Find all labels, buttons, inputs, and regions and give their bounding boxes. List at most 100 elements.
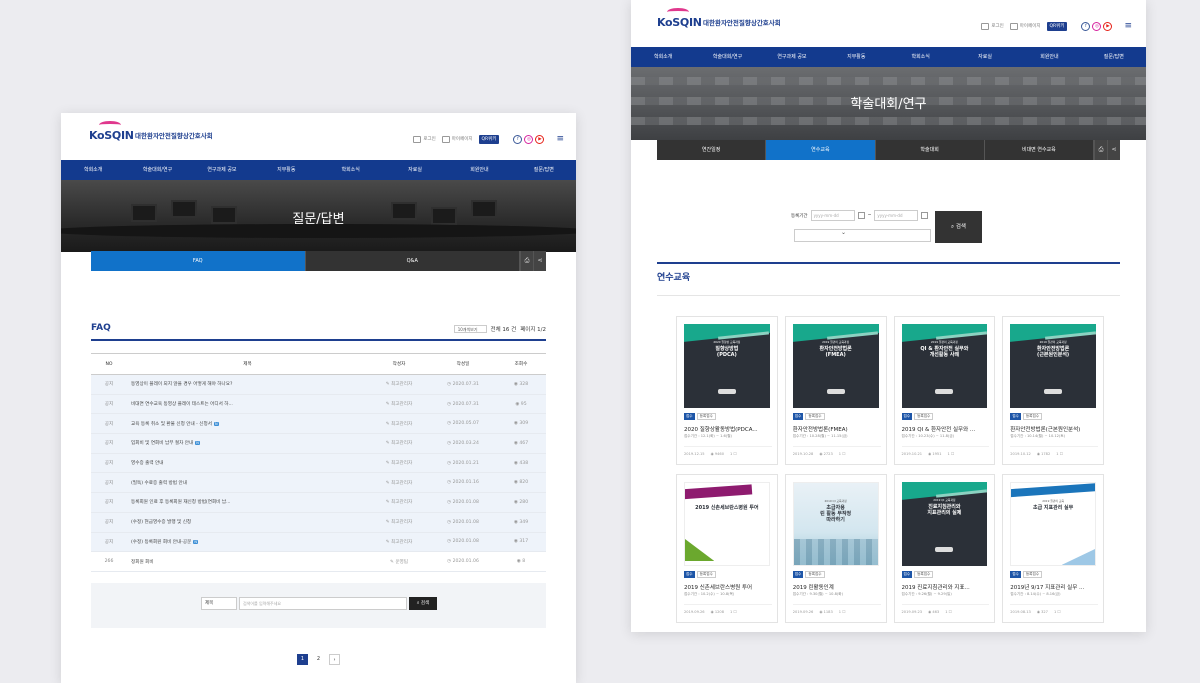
category-select[interactable]: [794, 229, 931, 242]
nav-item-branch[interactable]: 지부활동: [824, 47, 888, 67]
card-title[interactable]: 환자안전방법론(근본원인분석): [1010, 425, 1098, 433]
instagram-icon[interactable]: ◎: [1092, 21, 1102, 31]
search-button[interactable]: ⌕ 검색: [935, 211, 982, 243]
card-cover-image[interactable]: 2019 질관리 교육과정 환자안전방법론 (근본원인분석): [1010, 324, 1096, 408]
card-cover-image[interactable]: 2019 QI 교육과정 초급자용 린 활동 무작정 따라하기: [792, 482, 879, 566]
tab-training[interactable]: 연수교육: [766, 140, 876, 160]
table-row[interactable]: 공지 (필독) 수료증 출력 방법 안내 ✎ 최고관리자 ◷ 2020.01.16 ◉ …: [91, 473, 546, 494]
nav-item-news[interactable]: 학회소식: [889, 47, 953, 67]
qr-wiki-button[interactable]: QR위키: [1046, 21, 1068, 31]
nav-item-about[interactable]: 학회소개: [631, 47, 695, 67]
hamburger-menu-icon[interactable]: ≡: [556, 134, 564, 144]
table-row[interactable]: 공지 (수정) 등록회원 회비 안내-공문 N ✎ 최고관리자 ◷ 2020.01.08…: [91, 532, 546, 553]
nav-item-about[interactable]: 학회소개: [61, 160, 125, 180]
nav-item-news[interactable]: 학회소식: [319, 160, 383, 180]
instagram-icon[interactable]: ◎: [524, 134, 534, 144]
row-title-link[interactable]: 동영상이 플레이 되지 않을 경우 어떻게 해야 하나요?: [127, 381, 368, 387]
site-logo[interactable]: KoSQIN 대한환자안전질향상간호사회: [89, 121, 213, 144]
next-page-icon[interactable]: ›: [329, 654, 340, 665]
youtube-icon[interactable]: ▶: [535, 134, 545, 144]
nav-item-conference[interactable]: 학술대회/연구: [125, 160, 189, 180]
tab-online-training[interactable]: 비대면 연수교육: [985, 140, 1094, 160]
youtube-icon[interactable]: ▶: [1103, 21, 1113, 31]
row-title-link[interactable]: 정회원 회비: [127, 559, 368, 565]
card-title[interactable]: 2019 진료지침관리와 지표...: [902, 583, 990, 591]
mypage-link[interactable]: 마이페이지: [441, 135, 473, 143]
login-link[interactable]: 로그인: [981, 22, 1004, 30]
training-card[interactable]: 2019 질관리 교육과정 환자안전방법론 (FMEA) 접수 등록접수 환자안전방법론…: [784, 316, 887, 465]
row-title-link[interactable]: 비대면 연수교육 동영상 플레이 테스트는 어디서 하...: [127, 401, 368, 407]
row-title-link[interactable]: (수정) 등록회원 회비 안내-공문 N: [127, 539, 368, 545]
table-row[interactable]: 공지 비대면 연수교육 동영상 플레이 테스트는 어디서 하... ✎ 최고관리자 ◷…: [91, 394, 546, 415]
search-input[interactable]: 검색어를 입력해주세요: [239, 597, 407, 610]
login-link[interactable]: 로그인: [413, 135, 436, 143]
card-cover-image[interactable]: 2019 질관리 교육과정 QI & 환자안전 실무와 개선활동 사례: [901, 324, 988, 408]
training-card[interactable]: 2019 QI 교육과정 초급자용 린 활동 무작정 따라하기 접수 등록접수 2019…: [784, 474, 887, 623]
nav-item-qna[interactable]: 질문/답변: [1082, 47, 1146, 67]
table-row[interactable]: 공지 입회비 및 연회비 납부 절차 안내 N ✎ 최고관리자 ◷ 2020.03.24…: [91, 434, 546, 454]
training-card[interactable]: 2019 질관리 교육과정 QI & 환자안전 실무와 개선활동 사례 접수 등록접수…: [893, 316, 996, 465]
tab-annual-schedule[interactable]: 연간일정: [657, 140, 767, 160]
training-card[interactable]: 2020 질향상 교육과정 질향상방법 (PDCA) 접수 등록접수 2020 질향상활…: [676, 316, 778, 465]
tab-qna[interactable]: Q&A: [306, 251, 520, 271]
nav-item-membership[interactable]: 회원안내: [1017, 47, 1081, 67]
row-title-link[interactable]: (필독) 수료증 출력 방법 안내: [127, 480, 368, 486]
nav-item-research[interactable]: 연구과제 공모: [760, 47, 824, 67]
row-title-link[interactable]: 교육 등록 취소 및 환불 신청 안내 - 신청서 N: [127, 421, 368, 427]
page-2[interactable]: 2: [313, 654, 324, 665]
training-card[interactable]: 2019 질관리 교육 초급 지표관리 실무 접수 등록접수 2019년 9/17 지표…: [1002, 474, 1104, 623]
qr-wiki-button[interactable]: QR위키: [478, 134, 500, 144]
row-title-link[interactable]: (수정) 현금영수증 발행 및 신청: [127, 519, 368, 525]
tab-conference[interactable]: 학술대회: [876, 140, 985, 160]
print-icon[interactable]: ⎙: [520, 251, 533, 271]
tab-faq[interactable]: FAQ: [91, 251, 306, 271]
site-logo[interactable]: KoSQIN 대한환자안전질향상간호사회: [657, 8, 781, 31]
search-field-select[interactable]: 제목: [201, 597, 237, 610]
row-title-link[interactable]: 영수증 출력 안내: [127, 460, 368, 466]
training-card[interactable]: 2019 QI 교육과정 진료지침관리와 지표관리의 실제 접수 등록접수 2019 진…: [893, 474, 996, 623]
start-date-input[interactable]: yyyy-mm-dd: [810, 210, 855, 221]
calendar-icon[interactable]: [857, 212, 865, 219]
nav-item-archive[interactable]: 자료실: [953, 47, 1017, 67]
nav-item-archive[interactable]: 자료실: [383, 160, 447, 180]
row-title-link[interactable]: 입회비 및 연회비 납부 절차 안내 N: [127, 440, 368, 446]
nav-item-conference[interactable]: 학술대회/연구: [695, 47, 759, 67]
card-cover-image[interactable]: 2019 질관리 교육 초급 지표관리 실무: [1010, 482, 1096, 566]
table-row[interactable]: 공지 교육 등록 취소 및 환불 신청 안내 - 신청서 N ✎ 최고관리자 ◷ 202…: [91, 414, 546, 435]
end-date-input[interactable]: yyyy-mm-dd: [874, 210, 919, 221]
card-cover-image[interactable]: 2019 QI 교육과정 진료지침관리와 지표관리의 실제: [901, 482, 988, 566]
share-icon[interactable]: ⋖: [1107, 140, 1120, 160]
nav-item-membership[interactable]: 회원안내: [447, 160, 511, 180]
card-title[interactable]: 2019 신촌세브란스병원 투어: [684, 583, 772, 591]
nav-item-research[interactable]: 연구과제 공모: [190, 160, 254, 180]
facebook-icon[interactable]: f: [513, 134, 523, 144]
print-icon[interactable]: ⎙: [1094, 140, 1107, 160]
search-button[interactable]: ⌕ 검색: [409, 597, 437, 610]
facebook-icon[interactable]: f: [1081, 21, 1091, 31]
calendar-icon[interactable]: [921, 212, 929, 219]
card-cover-image[interactable]: 2019 질관리 교육과정 환자안전방법론 (FMEA): [792, 324, 879, 408]
nav-item-qna[interactable]: 질문/답변: [512, 160, 576, 180]
card-title[interactable]: 환자안전방법론(FMEA): [793, 425, 881, 433]
per-page-select[interactable]: 10개씩보기: [453, 325, 487, 333]
card-cover-image[interactable]: 2019 신촌세브란스병원 투어: [684, 482, 770, 566]
hamburger-menu-icon[interactable]: ≡: [1124, 21, 1132, 31]
table-row[interactable]: 266 정회원 회비 ✎ 운영팀 ◷ 2020.01.06 ◉ 8: [91, 552, 546, 572]
training-card[interactable]: 2019 질관리 교육과정 환자안전방법론 (근본원인분석) 접수 등록접수 환자안전방…: [1002, 316, 1104, 465]
card-title[interactable]: 2019 린활동인계: [793, 583, 881, 591]
card-title[interactable]: 2019 QI & 환자안전 실무와 ...: [902, 425, 990, 433]
table-row[interactable]: 공지 등록회원 인료 후 등록회원 재신청 방법(연회비 납... ✎ 최고관리자 ◷…: [91, 493, 546, 513]
card-cover-image[interactable]: 2020 질향상 교육과정 질향상방법 (PDCA): [684, 324, 770, 408]
row-writer-name: 최고관리자: [391, 402, 413, 408]
mypage-link[interactable]: 마이페이지: [1009, 22, 1041, 30]
page-1[interactable]: 1: [297, 654, 308, 665]
table-row[interactable]: 공지 영수증 출력 안내 ✎ 최고관리자 ◷ 2020.01.21 ◉ 438: [91, 453, 546, 474]
table-row[interactable]: 공지 동영상이 플레이 되지 않을 경우 어떻게 해야 하나요? ✎ 최고관리자 ◷ …: [91, 375, 546, 395]
share-icon[interactable]: ⋖: [533, 251, 546, 271]
card-title[interactable]: 2019년 9/17 지표관리 실무 ...: [1010, 583, 1098, 591]
nav-item-branch[interactable]: 지부활동: [254, 160, 318, 180]
table-row[interactable]: 공지 (수정) 현금영수증 발행 및 신청 ✎ 최고관리자 ◷ 2020.01.08 ◉…: [91, 512, 546, 533]
training-card[interactable]: 2019 신촌세브란스병원 투어 접수 등록접수 2019 신촌세브란스병원 투어 접수…: [676, 474, 778, 623]
card-title[interactable]: 2020 질향상활동방법(PDCA...: [684, 425, 772, 433]
row-title-link[interactable]: 등록회원 인료 후 등록회원 재신청 방법(연회비 납...: [127, 499, 368, 505]
